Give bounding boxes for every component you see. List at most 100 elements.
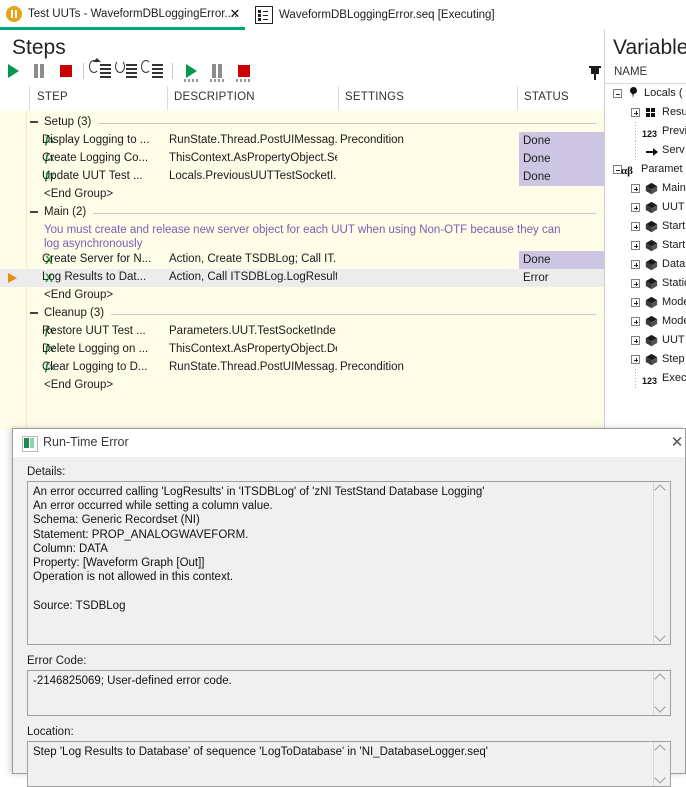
variables-tree-row[interactable]: 123 Previ (605, 122, 686, 141)
expand-plus-icon[interactable] (631, 279, 640, 288)
column-header-settings[interactable]: SETTINGS (345, 91, 404, 103)
tab-close-button[interactable]: ✕ (228, 7, 242, 21)
variables-tree-row[interactable]: Mode (605, 293, 686, 312)
variables-tree-label: UUT (662, 334, 685, 346)
cell-settings: Precondition (340, 134, 404, 146)
scroll-down-icon[interactable] (654, 701, 666, 713)
expand-plus-icon[interactable] (631, 203, 640, 212)
location-scrollbar[interactable] (653, 742, 670, 786)
status-badge (519, 341, 604, 359)
variables-tree-row[interactable]: Step (605, 350, 686, 369)
error-code-textbox[interactable]: -2146825069; User-defined error code. (27, 670, 671, 716)
expand-plus-icon[interactable] (631, 260, 640, 269)
variables-tree-label: Start (662, 239, 686, 251)
scroll-up-icon[interactable] (654, 744, 666, 756)
variables-tree-label: Mode (662, 296, 686, 308)
step-into-button[interactable] (89, 58, 115, 84)
step-over-button[interactable] (115, 58, 141, 84)
variables-tree-row[interactable]: UUT (605, 198, 686, 217)
toolbar-divider (83, 63, 84, 79)
location-textbox[interactable]: Step 'Log Results to Database' of sequen… (27, 741, 671, 787)
object-cube-icon (645, 353, 658, 366)
dialog-close-button[interactable]: ✕ (668, 434, 686, 452)
variables-tree-row[interactable]: αβ Paramet (605, 160, 686, 179)
variables-tree-row[interactable]: 123 Exec (605, 369, 686, 388)
details-textbox[interactable]: An error occurred calling 'LogResults' i… (27, 481, 671, 645)
scroll-up-icon[interactable] (654, 484, 666, 496)
break-button[interactable] (26, 58, 52, 84)
end-group-marker[interactable]: <End Group> (44, 188, 113, 200)
collapse-minus-icon[interactable] (30, 312, 38, 314)
variables-tree-row[interactable]: Start (605, 236, 686, 255)
end-group-marker[interactable]: <End Group> (44, 289, 113, 301)
error-code-label: Error Code: (27, 655, 87, 667)
variables-tree-row[interactable]: Static (605, 274, 686, 293)
scroll-up-icon[interactable] (654, 673, 666, 685)
column-header-step[interactable]: STEP (37, 91, 68, 103)
terminate-all-button[interactable] (230, 58, 256, 84)
error-code-scrollbar[interactable] (653, 671, 670, 715)
status-badge (519, 323, 604, 341)
expand-plus-icon[interactable] (631, 336, 640, 345)
dialog-title: Run-Time Error (43, 435, 129, 449)
expand-plus-icon[interactable] (631, 184, 640, 193)
number-icon: 123 (642, 129, 658, 139)
variables-tree-row[interactable]: Resu (605, 103, 686, 122)
expand-plus-icon[interactable] (631, 108, 640, 117)
status-badge (519, 359, 604, 377)
step-out-button[interactable] (141, 58, 167, 84)
variables-tree-row[interactable]: Serv (605, 141, 686, 160)
cell-step: Display Logging to ... (42, 134, 150, 146)
cell-description: ThisContext.AsPropertyObject.De... (169, 343, 337, 355)
cell-step: Log Results to Dat... (42, 271, 147, 283)
status-badge: Done (519, 251, 604, 269)
execution-toolbar (0, 56, 604, 86)
expand-plus-icon[interactable] (631, 317, 640, 326)
terminate-button[interactable] (52, 58, 78, 84)
scroll-down-icon[interactable] (654, 630, 666, 642)
dialog-title-bar: Run-Time Error ✕ (13, 429, 685, 457)
status-badge: Done (519, 150, 604, 168)
variables-tree-row[interactable]: Locals ( (605, 84, 686, 103)
status-badge: Done (519, 168, 604, 186)
variables-tree-label: Previ (662, 125, 686, 137)
group-rule (98, 123, 596, 124)
step-group-label: Main (2) (44, 206, 92, 218)
step-group-header[interactable]: Cleanup (3) (0, 305, 604, 323)
expand-plus-icon[interactable] (631, 241, 640, 250)
variables-tree-label: UUT (662, 201, 685, 213)
scroll-down-icon[interactable] (654, 772, 666, 784)
sequence-file-icon (255, 6, 273, 24)
location-label: Location: (27, 726, 74, 738)
expand-plus-icon[interactable] (631, 298, 640, 307)
step-comment[interactable]: You must create and release new server o… (44, 224, 564, 251)
variables-tree-row[interactable]: Mode (605, 312, 686, 331)
tab-sequence-file[interactable]: WaveformDBLoggingError.seq [Executing] (249, 0, 549, 30)
variables-tree-label: Exec (662, 372, 686, 384)
variables-tree-row[interactable]: Start (605, 217, 686, 236)
cell-step: Update UUT Test ... (42, 170, 143, 182)
variables-tree-row[interactable]: Data (605, 255, 686, 274)
expand-plus-icon[interactable] (631, 222, 640, 231)
collapse-minus-icon[interactable] (30, 211, 38, 213)
step-group-header[interactable]: Main (2) (0, 204, 604, 222)
step-list[interactable]: Setup (3) fx Display Logging to ... RunStat… (0, 110, 604, 430)
variables-tree-row[interactable]: Main (605, 179, 686, 198)
variables-tree-label: Start (662, 220, 686, 232)
variables-tree-row[interactable]: UUT (605, 331, 686, 350)
column-header-status[interactable]: STATUS (524, 91, 569, 103)
expand-plus-icon[interactable] (631, 355, 640, 364)
collapse-minus-icon[interactable] (613, 89, 622, 98)
tab-test-uuts[interactable]: Test UUTs - WaveformDBLoggingError.... (0, 0, 245, 30)
column-header-description[interactable]: DESCRIPTION (174, 91, 255, 103)
end-group-marker[interactable]: <End Group> (44, 379, 113, 391)
object-cube-icon (645, 258, 658, 271)
details-scrollbar[interactable] (653, 482, 670, 644)
step-group-header[interactable]: Setup (3) (0, 114, 604, 132)
resume-all-button[interactable] (178, 58, 204, 84)
break-all-button[interactable] (204, 58, 230, 84)
variables-tree[interactable]: Locals (Resu 123 Previ Serv αβ Paramet Main UUT… (605, 84, 686, 430)
run-button[interactable] (0, 58, 26, 84)
error-code-text: -2146825069; User-defined error code. (33, 675, 232, 687)
collapse-minus-icon[interactable] (30, 121, 38, 123)
